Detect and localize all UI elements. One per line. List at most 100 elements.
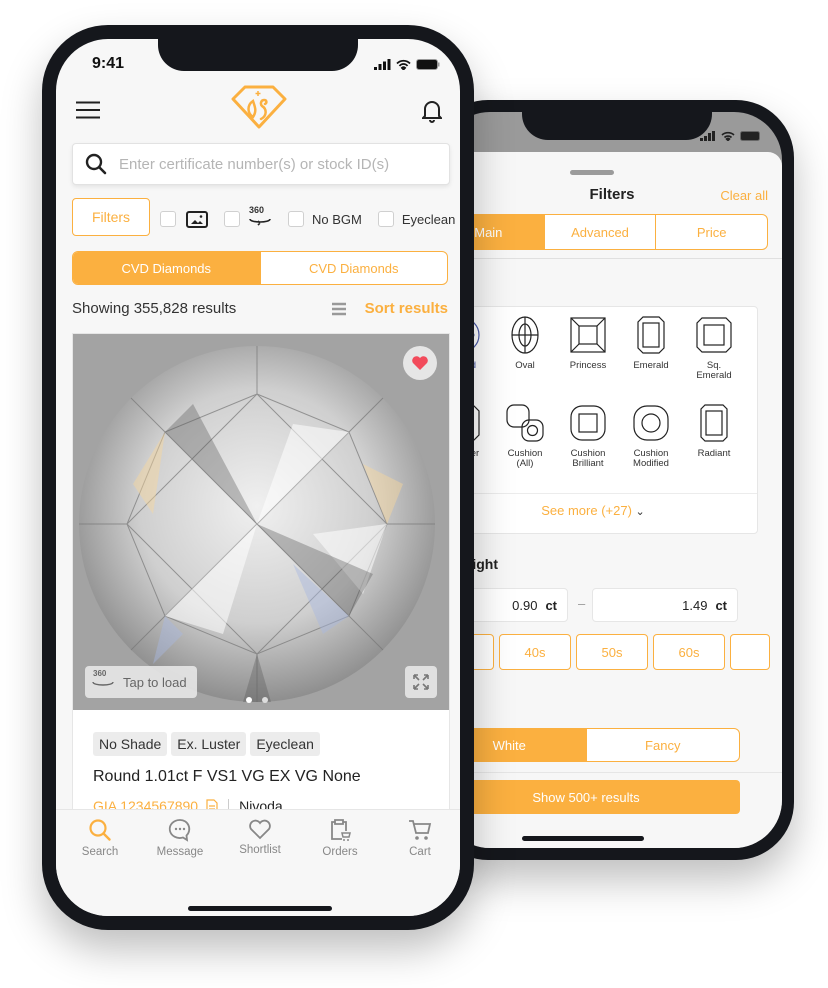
shape-option-cushion-modified[interactable]: Cushion Modified	[620, 403, 682, 469]
diamond-photo	[79, 346, 435, 703]
search-input[interactable]: Enter certificate number(s) or stock ID(…	[72, 143, 450, 185]
tab-advanced[interactable]: Advanced	[545, 215, 657, 249]
quick-filters: 360 No BGM Eyeclean	[160, 205, 456, 229]
shape-option-princess[interactable]: Princess	[557, 315, 619, 371]
heart-filled-icon	[412, 356, 428, 370]
tab-orders[interactable]: Orders	[300, 818, 380, 858]
image-checkbox[interactable]	[160, 211, 176, 227]
shape-option-oval[interactable]: Oval	[494, 315, 556, 371]
carat-to-input[interactable]: 1.49 ct	[592, 588, 738, 622]
shape-icon	[696, 317, 732, 353]
eyeclean-label: Eyeclean	[401, 211, 456, 227]
status-time: 9:41	[92, 55, 125, 72]
shape-icon	[570, 317, 606, 353]
carat-preset-60s[interactable]: 60s	[653, 634, 725, 670]
search-screen: 9:41 Enter certificate number(s) or stoc…	[56, 39, 460, 916]
shape-icon	[506, 404, 544, 442]
diamond-type-toggle: CVD Diamonds CVD Diamonds	[72, 251, 448, 285]
no-bgm-checkbox[interactable]	[288, 211, 304, 227]
tag-chip: Eyeclean	[250, 732, 320, 756]
shape-icon	[570, 405, 606, 441]
shape-label: Sq. Emerald	[696, 360, 732, 381]
home-indicator	[522, 836, 644, 841]
fullscreen-button[interactable]	[405, 666, 437, 698]
see-more-button[interactable]: See more (+27) ⌄	[442, 503, 757, 518]
home-indicator	[188, 906, 332, 911]
cart-icon	[409, 820, 432, 840]
carat-preset-50s[interactable]: 50s	[576, 634, 648, 670]
shape-option-radiant[interactable]: Radiant	[683, 403, 745, 459]
shape-label: Cushion Brilliant	[570, 448, 606, 469]
sheet-grabber[interactable]	[570, 170, 614, 175]
carat-to-value: 1.49	[682, 597, 708, 613]
tab-cart[interactable]: Cart	[380, 818, 460, 858]
sort-results-button[interactable]: Sort results	[365, 300, 448, 317]
tab-message[interactable]: Message	[140, 818, 220, 858]
shape-option-cushion-all[interactable]: Cushion (All)	[494, 403, 556, 469]
filters-screen: 9:41 Filters Clear all Main Advanced Pri…	[442, 112, 782, 848]
shape-label: Emerald	[633, 360, 669, 371]
image-icon	[186, 210, 208, 228]
no-bgm-label: No BGM	[312, 211, 362, 227]
shape-option-emerald[interactable]: Emerald	[620, 315, 682, 371]
results-count: Showing 355,828 results	[72, 300, 237, 317]
colour-toggle: White Fancy	[442, 728, 740, 762]
show-results-button[interactable]: Show 500+ results	[442, 780, 740, 814]
tag-list: No Shade Ex. Luster Eyeclean	[93, 732, 324, 756]
wifi-icon	[396, 59, 411, 70]
tap-to-load-button[interactable]: 360 Tap to load	[85, 666, 197, 698]
signal-icon	[374, 59, 391, 70]
bottom-tab-bar: Search Message Shortlist Orders Cart	[56, 809, 460, 916]
hamburger-menu-icon[interactable]	[76, 101, 100, 119]
carat-preset-more[interactable]	[730, 634, 770, 670]
search-phone: 9:41 Enter certificate number(s) or stoc…	[42, 25, 474, 930]
tab-search[interactable]: Search	[60, 818, 140, 858]
wifi-icon	[721, 131, 735, 141]
diamond-image[interactable]: 360 Tap to load	[73, 334, 449, 710]
filters-sheet: Filters Clear all Main Advanced Price Sh…	[442, 152, 782, 848]
filters-phone: 9:41 Filters Clear all Main Advanced Pri…	[430, 100, 794, 860]
shape-label: Oval	[515, 360, 535, 371]
carat-from-value: 0.90	[512, 597, 538, 613]
notch	[522, 112, 712, 140]
search-icon	[85, 153, 107, 175]
tab-shortlist[interactable]: Shortlist	[220, 818, 300, 856]
shape-icon	[511, 316, 539, 354]
status-icons	[374, 59, 440, 70]
toggle-option-1[interactable]: CVD Diamonds	[73, 252, 261, 284]
360-icon: 360	[91, 669, 115, 692]
favorite-button[interactable]	[403, 346, 437, 380]
colour-fancy[interactable]: Fancy	[587, 729, 740, 761]
toggle-option-2[interactable]: CVD Diamonds	[261, 252, 448, 284]
tab-price[interactable]: Price	[656, 215, 767, 249]
see-more-label: See more (+27)	[541, 503, 632, 518]
shape-label: Princess	[569, 360, 607, 371]
shape-grid: RoundOvalPrincessEmeraldSq. EmeraldAssch…	[442, 306, 758, 534]
tab-label: Cart	[409, 846, 431, 858]
clear-all-link[interactable]: Clear all	[720, 188, 768, 203]
diamond-card[interactable]: 360 Tap to load No Shade Ex. Luster Eyecle…	[72, 333, 450, 814]
tag-chip: Ex. Luster	[171, 732, 247, 756]
bell-icon[interactable]	[422, 99, 442, 123]
360-icon: 360	[248, 205, 272, 229]
search-placeholder: Enter certificate number(s) or stock ID(…	[119, 155, 390, 173]
diamond-swan-logo	[231, 85, 287, 129]
tap-to-load-label: Tap to load	[123, 674, 187, 690]
shape-option-cushion-brilliant[interactable]: Cushion Brilliant	[557, 403, 619, 469]
unit-label: ct	[545, 597, 557, 613]
eyeclean-checkbox[interactable]	[377, 211, 394, 227]
tab-label: Orders	[322, 846, 358, 858]
360-checkbox[interactable]	[224, 211, 240, 227]
shape-label: Radiant	[697, 448, 731, 459]
carat-preset-40s[interactable]: 40s	[499, 634, 571, 670]
filters-button[interactable]: Filters	[72, 198, 150, 236]
sort-list-icon[interactable]	[332, 302, 346, 316]
tag-chip: No Shade	[93, 732, 168, 756]
shape-icon	[637, 316, 665, 354]
battery-icon	[740, 131, 760, 141]
shape-icon	[700, 404, 728, 442]
tab-label: Shortlist	[239, 844, 281, 856]
message-icon	[168, 819, 191, 842]
filter-tabs: Main Advanced Price	[442, 214, 768, 250]
shape-option-sq-emerald[interactable]: Sq. Emerald	[683, 315, 745, 381]
